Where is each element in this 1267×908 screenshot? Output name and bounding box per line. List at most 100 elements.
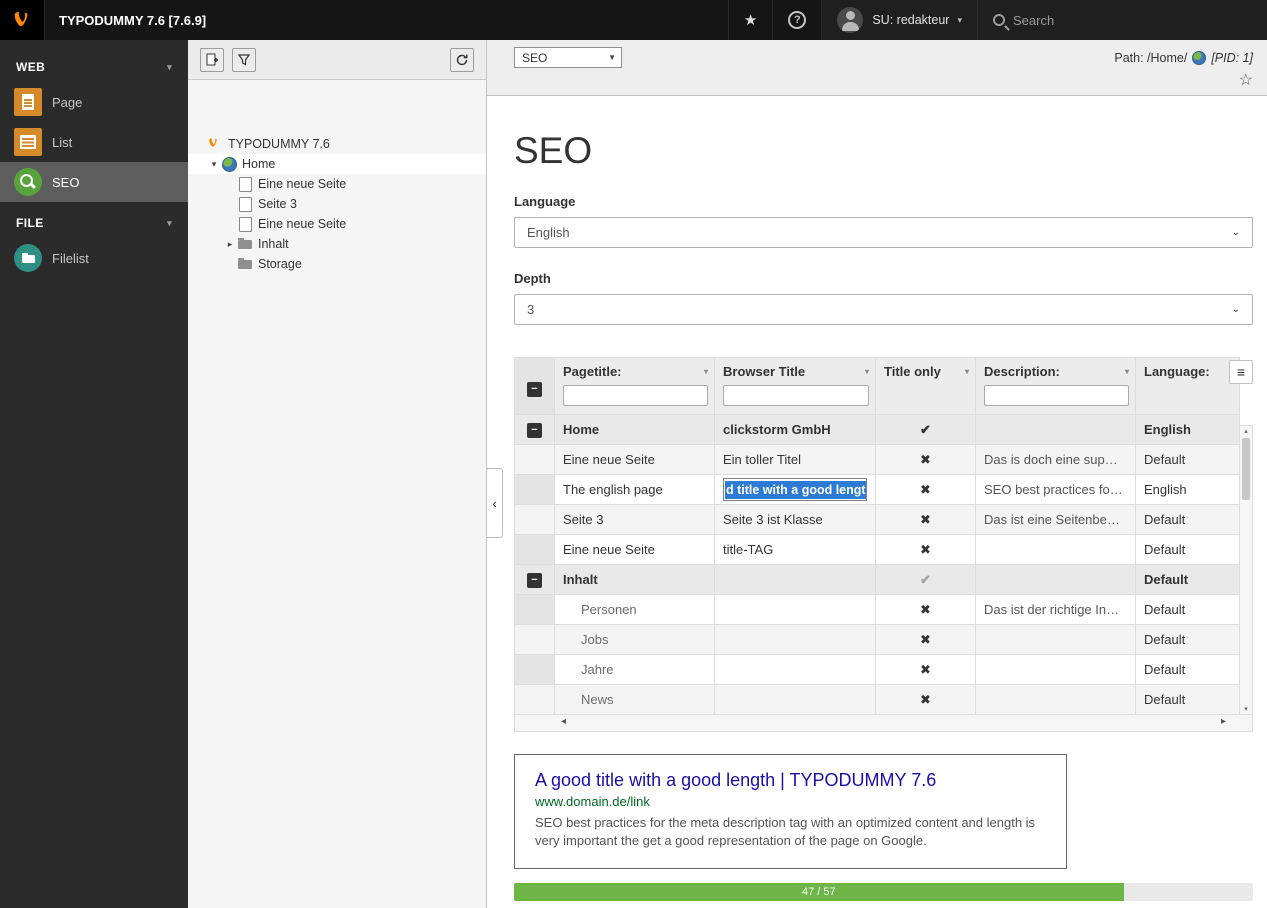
cell-browser-title[interactable]: Seite 3 ist Klasse [715,505,876,535]
cell-browser-title[interactable]: Ein toller Titel [715,445,876,475]
cell-browser-title[interactable] [715,685,876,715]
cell-description[interactable]: Das is doch eine sup… [976,445,1136,475]
sort-icon[interactable]: ▾ [1125,367,1129,376]
column-header-browser_title[interactable]: Browser Title▾ [715,358,876,415]
filter-input-browser_title[interactable] [723,385,869,406]
cell-description[interactable]: SEO best practices fo… [976,475,1136,505]
cell-browser-title[interactable] [715,595,876,625]
module-section-file[interactable]: FILE▾ [0,202,188,238]
tree-node-eine-neue-seite[interactable]: Eine neue Seite [188,174,486,194]
cell-pagetitle: Jobs [555,625,715,655]
scrollbar-thumb[interactable] [1242,438,1250,500]
filter-button[interactable] [232,48,256,72]
tree-node-inhalt[interactable]: ▸Inhalt [188,234,486,254]
cell-description[interactable] [976,655,1136,685]
sidebar-item-page[interactable]: Page [0,82,188,122]
cross-icon[interactable]: ✖ [920,452,931,467]
tree-node-seite-3[interactable]: Seite 3 [188,194,486,214]
cell-description[interactable] [976,535,1136,565]
cell-title-only[interactable]: ✖ [876,595,976,625]
tree-node-home[interactable]: ▾Home [188,154,486,174]
cell-title-only[interactable]: ✔ [876,565,976,595]
cell-browser-title[interactable]: d title with a good length [715,475,876,505]
sidebar-item-seo[interactable]: SEO [0,162,188,202]
inline-edit-input[interactable]: d title with a good length [723,478,867,501]
sort-icon[interactable]: ▾ [704,367,708,376]
scroll-right-icon[interactable]: ▸ [1221,716,1226,727]
module-section-web[interactable]: WEB▾ [0,46,188,82]
module-label: Page [52,95,82,110]
cross-icon[interactable]: ✖ [920,692,931,707]
cell-browser-title[interactable] [715,655,876,685]
pagetree-collapse-handle[interactable]: ‹ [487,468,503,538]
column-header-language[interactable]: Language:▾ [1136,358,1240,415]
depth-select[interactable]: 3 ⌄ [514,294,1253,325]
tree-node-storage[interactable]: Storage [188,254,486,274]
cell-description[interactable] [976,415,1136,445]
cell-title-only[interactable]: ✖ [876,625,976,655]
scroll-down-icon[interactable]: ▾ [1240,705,1252,713]
cross-icon[interactable]: ✖ [920,542,931,557]
cell-browser-title[interactable] [715,625,876,655]
column-menu-button[interactable]: ≡ [1229,360,1253,384]
filter-input-pagetitle[interactable] [563,385,708,406]
cell-title-only[interactable]: ✖ [876,655,976,685]
cell-title-only[interactable]: ✖ [876,445,976,475]
refresh-button[interactable] [450,48,474,72]
sort-icon[interactable]: ▾ [865,367,869,376]
cell-description[interactable]: Das ist eine Seitenbe… [976,505,1136,535]
list-module-icon [14,128,42,156]
folder-icon [237,256,253,272]
vertical-scrollbar[interactable]: ▴ ▾ [1239,425,1253,715]
sidebar-item-filelist[interactable]: Filelist [0,238,188,278]
cell-description[interactable]: Das ist der richtige In… [976,595,1136,625]
cell-title-only[interactable]: ✖ [876,475,976,505]
cell-title-only[interactable]: ✔ [876,415,976,445]
module-label: SEO [52,175,79,190]
cross-icon[interactable]: ✖ [920,602,931,617]
filter-input-description[interactable] [984,385,1129,406]
table-row: News✖Default [515,685,1240,715]
scroll-left-icon[interactable]: ◂ [561,716,566,727]
cross-icon[interactable]: ✖ [920,482,931,497]
column-header-pagetitle[interactable]: Pagetitle:▾ [555,358,715,415]
scroll-up-icon[interactable]: ▴ [1240,427,1252,435]
column-header-description[interactable]: Description:▾ [976,358,1136,415]
user-menu[interactable]: SU: redakteur ▾ [821,0,977,40]
sidebar-item-list[interactable]: List [0,122,188,162]
cell-pagetitle: Seite 3 [555,505,715,535]
tree-node-eine-neue-seite[interactable]: Eine neue Seite [188,214,486,234]
chevron-expanded-icon[interactable]: ▾ [207,159,221,170]
chevron-collapsed-icon[interactable]: ▸ [223,239,237,250]
collapse-icon[interactable]: − [527,423,542,438]
column-header-title_only[interactable]: Title only▾ [876,358,976,415]
favorites-button[interactable]: ★ [728,0,772,40]
cross-icon[interactable]: ✖ [920,632,931,647]
cell-browser-title[interactable]: title-TAG [715,535,876,565]
cell-description[interactable] [976,685,1136,715]
tree-node-typodummy-7-6[interactable]: TYPODUMMY 7.6 [188,134,486,154]
horizontal-scrollbar[interactable]: ◂ ▸ [514,715,1253,732]
cell-browser-title[interactable] [715,565,876,595]
module-function-select[interactable]: SEO ▼ [514,47,622,68]
search-button[interactable]: Search [977,0,1267,40]
check-icon[interactable]: ✔ [920,572,931,587]
cross-icon[interactable]: ✖ [920,512,931,527]
cell-browser-title[interactable]: clickstorm GmbH [715,415,876,445]
cell-title-only[interactable]: ✖ [876,685,976,715]
language-select[interactable]: English ⌄ [514,217,1253,248]
bookmark-star-icon[interactable]: ☆ [1239,73,1253,89]
help-button[interactable]: ? [772,0,821,40]
cell-description[interactable] [976,625,1136,655]
sort-icon[interactable]: ▾ [965,367,969,376]
cell-title-only[interactable]: ✖ [876,535,976,565]
check-icon[interactable]: ✔ [920,422,931,437]
cell-pagetitle: Eine neue Seite [555,535,715,565]
new-page-button[interactable] [200,48,224,72]
typo3-logo[interactable] [0,0,45,40]
cell-title-only[interactable]: ✖ [876,505,976,535]
cell-description[interactable] [976,565,1136,595]
collapse-all-icon[interactable]: − [527,382,542,397]
cross-icon[interactable]: ✖ [920,662,931,677]
collapse-icon[interactable]: − [527,573,542,588]
